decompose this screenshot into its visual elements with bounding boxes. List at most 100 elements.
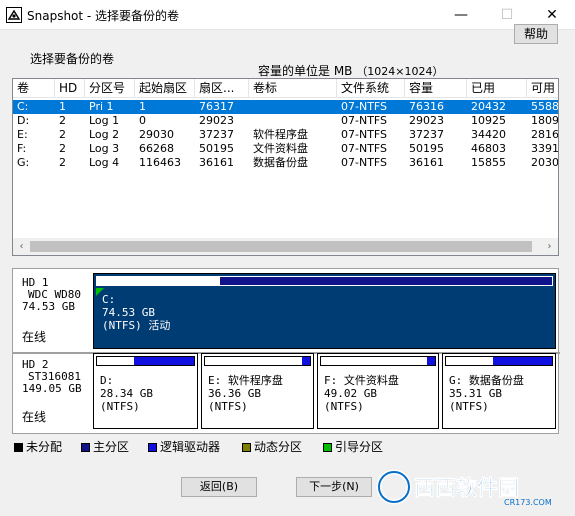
- volume-table[interactable]: 卷 HD 分区号 起始扇区 扇区... 卷标 文件系统 容量 已用 可用 C: 1 Pri 1 1 763…: [12, 78, 559, 256]
- partition-f-fs: (NTFS): [324, 400, 364, 413]
- help-button[interactable]: 帮助: [514, 24, 558, 44]
- table-cell: [249, 114, 337, 128]
- table-cell: 18098: [531, 114, 559, 127]
- table-cell: 76316: [409, 100, 444, 113]
- column-header[interactable]: 文件系统: [337, 79, 405, 98]
- table-cell: Log 1: [89, 114, 120, 127]
- table-cell: [249, 100, 337, 114]
- table-row[interactable]: F: 2 Log 3 66268 50195 文件资料盘 07-NTFS 50195 46803…: [13, 142, 558, 156]
- table-cell: 07-NTFS: [341, 142, 388, 155]
- scroll-right-icon[interactable]: ›: [541, 238, 558, 255]
- legend-label: 引导分区: [335, 440, 384, 454]
- legend-primary: 主分区: [81, 438, 129, 455]
- partition-g-size: 35.31 GB: [449, 387, 502, 400]
- partition-e-letter: E: 软件程序盘: [208, 374, 283, 387]
- partition-c-used: [97, 277, 220, 285]
- column-header[interactable]: 扇区...: [195, 79, 249, 98]
- partition-f-usage-bar: [320, 356, 436, 366]
- legend-swatch-icon: [81, 443, 90, 452]
- partition-g-letter: G: 数据备份盘: [449, 374, 524, 387]
- partition-d-usage-bar: [96, 356, 195, 366]
- column-header[interactable]: 已用: [467, 79, 527, 98]
- partition-f[interactable]: F: 文件资料盘 49.02 GB (NTFS): [317, 353, 439, 429]
- table-cell: 文件资料盘: [253, 142, 308, 155]
- legend-label: 动态分区: [254, 440, 303, 454]
- unit-detail: （1024×1024）: [356, 65, 444, 78]
- watermark-text: 西西软件园: [414, 476, 519, 500]
- legend-unallocated: 未分配: [14, 438, 62, 455]
- partition-e-size: 36.36 GB: [208, 387, 261, 400]
- table-cell: 07-NTFS: [341, 128, 388, 141]
- scroll-left-icon[interactable]: ‹: [13, 238, 30, 255]
- table-cell: 20432: [471, 100, 506, 113]
- unit-label-text: 容量的单位是 MB: [258, 64, 353, 78]
- table-cell: 36161: [199, 156, 234, 169]
- disk2-label: HD 2 ST316081 149.05 GB 在线: [13, 359, 92, 431]
- table-cell: F:: [17, 142, 27, 155]
- table-cell: 50195: [409, 142, 444, 155]
- table-row[interactable]: C: 1 Pri 1 1 76317 07-NTFS 76316 20432 55884: [13, 100, 559, 114]
- back-button[interactable]: 返回(B): [181, 477, 257, 497]
- table-cell: 07-NTFS: [341, 156, 388, 169]
- table-cell: 2: [59, 156, 66, 169]
- partition-g[interactable]: G: 数据备份盘 35.31 GB (NTFS): [442, 353, 556, 429]
- partition-f-size: 49.02 GB: [324, 387, 377, 400]
- table-cell: 数据备份盘: [253, 156, 308, 169]
- disk1-size: 74.53 GB: [22, 300, 75, 313]
- partition-f-used: [321, 357, 428, 365]
- horizontal-scrollbar[interactable]: ‹ ›: [13, 238, 558, 255]
- partition-c[interactable]: C: 74.53 GB (NTFS) 活动: [93, 273, 556, 349]
- partition-c-fs: (NTFS) 活动: [102, 319, 171, 332]
- column-header[interactable]: 卷标: [249, 79, 337, 98]
- table-cell: 2: [59, 114, 66, 127]
- table-cell: G:: [17, 156, 30, 169]
- partition-d[interactable]: D: 28.34 GB (NTFS): [93, 353, 198, 429]
- minimize-button[interactable]: —: [438, 0, 484, 30]
- table-cell: 46803: [471, 142, 506, 155]
- table-cell: D:: [17, 114, 30, 127]
- column-header[interactable]: HD: [55, 79, 85, 98]
- table-row[interactable]: D: 2 Log 1 0 29023 07-NTFS 29023 10925 18098: [13, 114, 559, 128]
- partition-c-size: 74.53 GB: [102, 306, 155, 319]
- partition-e-used: [205, 357, 302, 365]
- next-button[interactable]: 下一步(N): [296, 477, 372, 497]
- partition-e[interactable]: E: 软件程序盘 36.36 GB (NTFS): [201, 353, 314, 429]
- table-cell: 软件程序盘: [253, 128, 308, 141]
- table-cell: C:: [17, 100, 29, 113]
- partition-d-used: [97, 357, 134, 365]
- legend-swatch-icon: [148, 443, 157, 452]
- unit-label: 容量的单位是 MB （1024×1024）: [258, 62, 443, 79]
- partition-f-letter: F: 文件资料盘: [324, 374, 399, 387]
- table-cell: 29023: [199, 114, 234, 127]
- app-icon: [6, 7, 22, 23]
- table-cell: 2: [59, 142, 66, 155]
- column-header[interactable]: 分区号: [85, 79, 135, 98]
- title-bar: Snapshot - 选择要备份的卷 — ☐ ✕: [0, 0, 575, 30]
- table-cell: 50195: [199, 142, 234, 155]
- table-row[interactable]: G: 2 Log 4 116463 36161 数据备份盘 07-NTFS 36161 1585…: [13, 156, 559, 170]
- table-row[interactable]: E: 2 Log 2 29030 37237 软件程序盘 07-NTFS 37237 34420…: [13, 128, 558, 142]
- table-cell: 2: [59, 128, 66, 141]
- table-cell: 20306: [531, 156, 559, 169]
- section-title: 选择要备份的卷: [30, 52, 115, 66]
- legend-label: 主分区: [93, 440, 130, 454]
- table-cell: 1: [59, 100, 66, 113]
- table-cell: 34420: [471, 128, 506, 141]
- column-header[interactable]: 容量: [405, 79, 467, 98]
- table-cell: 07-NTFS: [341, 114, 388, 127]
- partition-c-letter: C:: [102, 293, 116, 306]
- legend-swatch-icon: [14, 443, 23, 452]
- legend-label: 未分配: [26, 440, 63, 454]
- partition-e-usage-bar: [204, 356, 311, 366]
- scrollbar-thumb[interactable]: [30, 241, 532, 252]
- table-cell: 1: [139, 100, 146, 113]
- table-cell: 55884: [531, 100, 559, 113]
- table-cell: 0: [139, 114, 146, 127]
- table-cell: Pri 1: [89, 100, 114, 113]
- column-header[interactable]: 可用: [527, 79, 558, 98]
- column-header[interactable]: 起始扇区: [135, 79, 195, 98]
- column-header[interactable]: 卷: [13, 79, 55, 98]
- legend-dynamic: 动态分区: [242, 438, 302, 455]
- table-cell: 66268: [139, 142, 174, 155]
- disk2-status: 在线: [22, 410, 47, 424]
